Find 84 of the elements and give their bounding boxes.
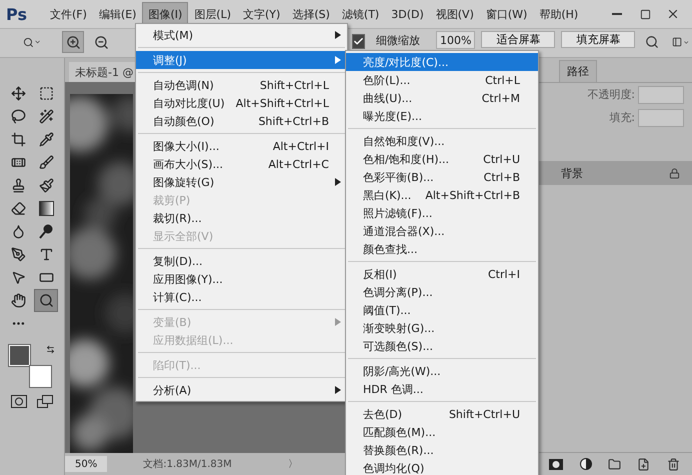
zoom-option-button[interactable]: 适合屏幕 (481, 31, 556, 48)
menu-item[interactable]: 色调均化(Q) (346, 459, 538, 475)
zoom-out-icon (94, 34, 108, 50)
new-layer-icon[interactable] (637, 458, 650, 470)
menu-bar-item[interactable]: 3D(D) (385, 2, 430, 26)
menu-bar-item[interactable]: 窗口(W) (480, 2, 534, 26)
zoom-in-icon (66, 34, 80, 50)
check-icon (353, 36, 364, 47)
menu-item[interactable]: 模式(M) (136, 26, 347, 44)
app-logo: Ps (6, 4, 28, 24)
fill-label: 填充: (609, 110, 635, 125)
menu-bar-item[interactable]: 图层(L) (188, 2, 238, 26)
submenu-arrow-icon (335, 178, 341, 186)
checkbox-label: 细微缩放 (376, 34, 420, 47)
menu-item[interactable]: 色相/饱和度(H)... Ctrl+U (346, 150, 538, 168)
menu-item[interactable]: 色调分离(P)... (346, 283, 538, 301)
adjustment-icon[interactable] (580, 458, 592, 470)
submenu-arrow-icon (335, 31, 341, 39)
zoom-value-field[interactable]: 100% (436, 31, 476, 49)
menu-item[interactable]: 色彩平衡(B)... Ctrl+B (346, 168, 538, 186)
menu-item[interactable]: 阈值(T)... (346, 301, 538, 319)
menu-item[interactable]: 曲线(U)... Ctrl+M (346, 89, 538, 107)
panel-tab[interactable]: 路径 (559, 60, 597, 82)
layer-row[interactable]: 背景 (537, 161, 692, 185)
menu-item[interactable]: 计算(C)... (136, 288, 347, 306)
menu-item[interactable]: 自动对比度(U) Alt+Shift+Ctrl+L (136, 94, 347, 112)
submenu-arrow-icon (335, 318, 341, 326)
menu-bar-item[interactable]: 编辑(E) (92, 2, 142, 26)
swap-colors-icon[interactable] (46, 345, 55, 354)
menu-bar-item[interactable]: 选择(S) (286, 2, 336, 26)
zoom-option-button[interactable]: 填充屏幕 (561, 31, 636, 48)
layer-name: 背景 (561, 166, 583, 180)
menu-item[interactable]: 复制(D)... (136, 252, 347, 270)
menu-item[interactable]: 反相(I) Ctrl+I (346, 265, 538, 283)
panel-icon (672, 35, 683, 49)
menu-item[interactable]: 图像大小(I)... Alt+Ctrl+I (136, 137, 347, 155)
folder-icon[interactable] (608, 458, 621, 470)
zoom-in-button[interactable] (62, 31, 84, 53)
menu-bar-item[interactable]: 文件(F) (44, 2, 93, 26)
maximize-icon (640, 8, 650, 20)
zoom-icon[interactable] (34, 289, 58, 312)
background-color-swatch[interactable] (30, 366, 51, 387)
menu-item[interactable]: 分析(A) (136, 381, 347, 399)
menu-item[interactable]: 渐变映射(G)... (346, 319, 538, 337)
menu-item[interactable]: 去色(D) Shift+Ctrl+U (346, 405, 538, 423)
menu-item[interactable]: 黑白(K)... Alt+Shift+Ctrl+B (346, 186, 538, 204)
menu-item[interactable]: 颜色查找... (346, 240, 538, 258)
menu-bar-item[interactable]: 视图(V) (430, 2, 480, 26)
trash-icon[interactable] (666, 458, 680, 470)
submenu-arrow-icon (335, 386, 341, 394)
menu-item[interactable]: 可选颜色(S)... (346, 337, 538, 355)
menu-item[interactable]: 亮度/对比度(C)... (346, 53, 538, 71)
menu-item[interactable]: 照片滤镜(F)... (346, 204, 538, 222)
quick-mask-icon[interactable] (11, 395, 27, 408)
menu-item[interactable]: 画布大小(S)... Alt+Ctrl+C (136, 155, 347, 173)
menu-item[interactable]: 曝光度(E)... (346, 107, 538, 125)
menu-bar-item[interactable]: 帮助(H) (533, 2, 584, 26)
menu-item[interactable]: 图像旋转(G) (136, 173, 347, 191)
menu-item[interactable]: 应用图像(Y)... (136, 270, 347, 288)
menu-item[interactable]: 替换颜色(R)... (346, 441, 538, 459)
menu-item[interactable]: 裁切(R)... (136, 209, 347, 227)
zoom-field[interactable]: 50% (65, 456, 108, 472)
foreground-color-swatch[interactable] (9, 345, 30, 366)
mask-icon[interactable] (549, 458, 564, 470)
opacity-label: 不透明度: (587, 87, 635, 102)
close-icon (666, 7, 680, 21)
menu-bar-item[interactable]: 文字(Y) (237, 2, 286, 26)
document-size-text: 文档:1.83M/1.83M (143, 458, 232, 471)
submenu-arrow-icon (335, 56, 341, 64)
menu-item[interactable]: 自动颜色(O) Shift+Ctrl+B (136, 112, 347, 130)
menu-item[interactable]: HDR 色调... (346, 380, 538, 398)
minimize-icon (612, 13, 622, 15)
checkbox[interactable] (352, 34, 365, 49)
fill-field[interactable] (638, 108, 684, 126)
menu-item[interactable]: 色阶(L)... Ctrl+L (346, 71, 538, 89)
screen-mode-icon[interactable] (37, 395, 53, 408)
menu-item[interactable]: 匹配颜色(M)... (346, 423, 538, 441)
opacity-field[interactable] (638, 86, 684, 104)
menu-item[interactable]: 调整(J) (136, 51, 347, 69)
menu-item[interactable]: 自然饱和度(V)... (346, 132, 538, 150)
menu-item[interactable]: 通道混合器(X)... (346, 222, 538, 240)
status-menu-arrow[interactable]: 〉 (288, 457, 298, 471)
menu-bar-item[interactable]: 滤镜(T) (336, 2, 386, 26)
menu-item[interactable]: 阴影/高光(W)... (346, 362, 538, 380)
